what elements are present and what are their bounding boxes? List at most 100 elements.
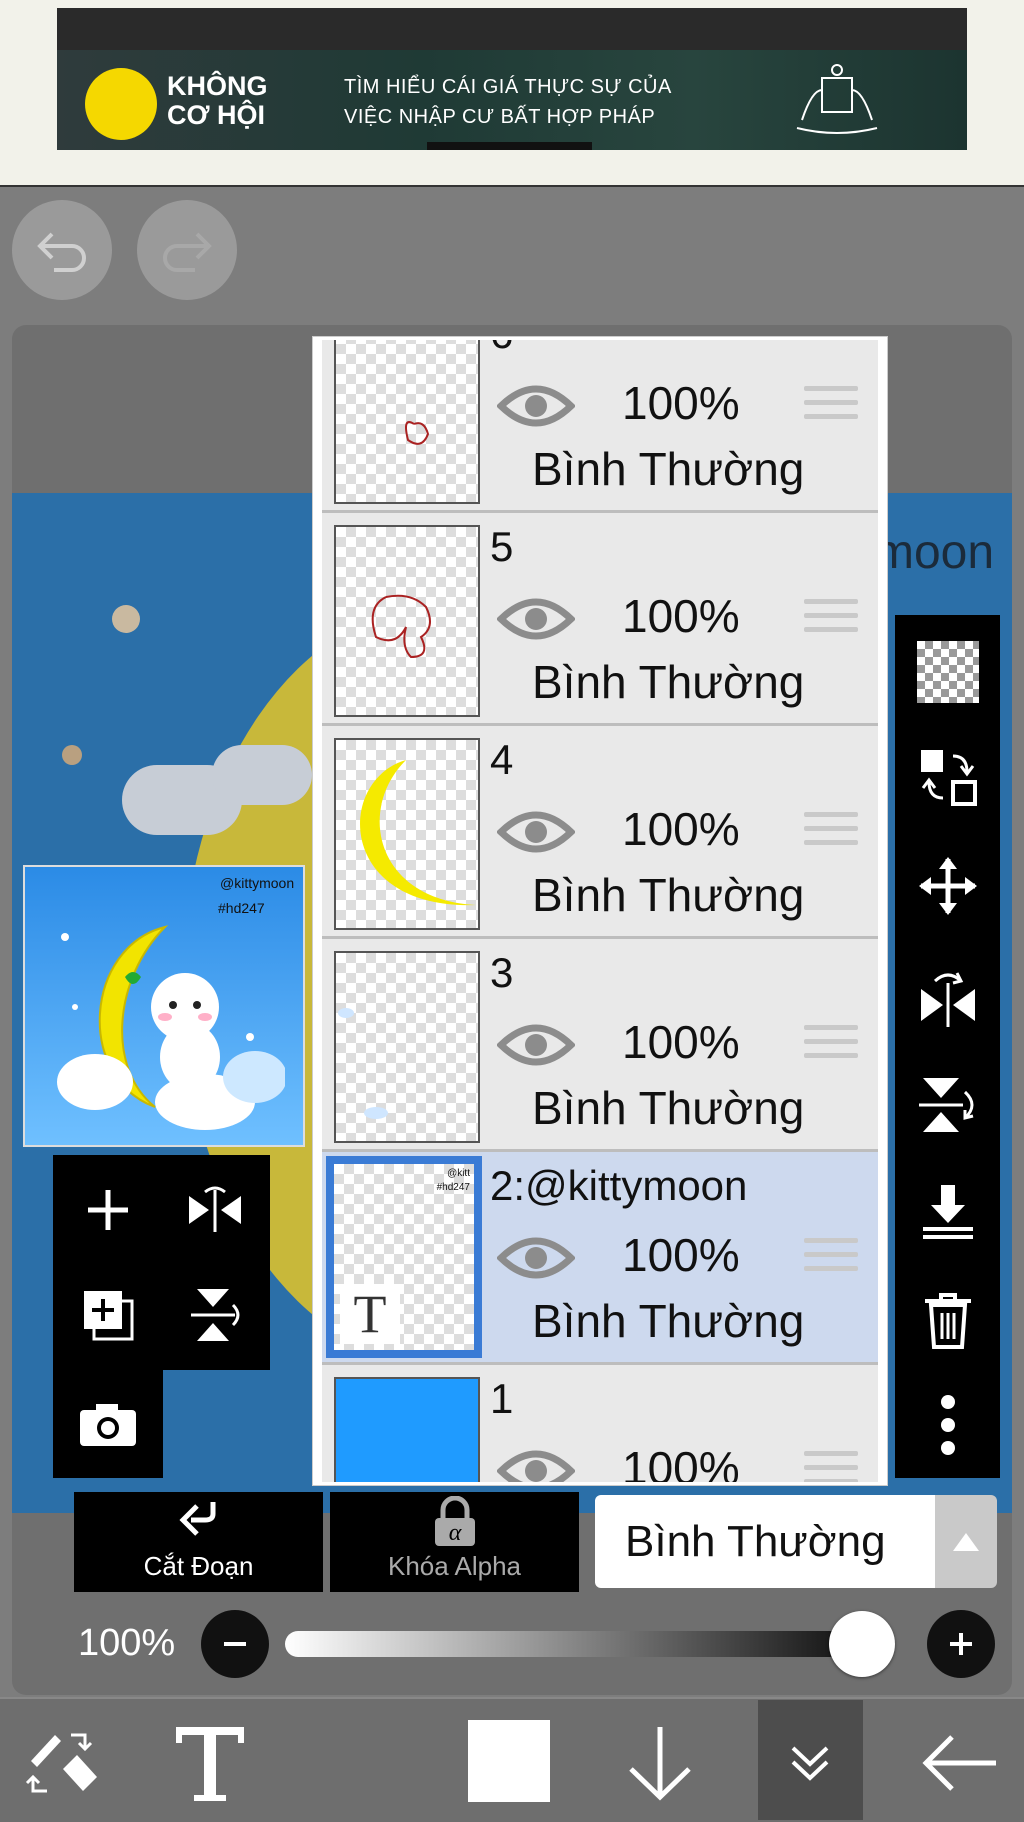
camera-icon: [80, 1404, 136, 1446]
lock-alpha-icon: α: [435, 1496, 475, 1546]
plus-icon: [88, 1190, 128, 1230]
ad-logo-text: KHÔNG CƠ HỘI: [167, 71, 268, 130]
color-swatch[interactable]: [468, 1720, 550, 1802]
svg-text:α: α: [449, 1520, 462, 1546]
ad-indicator: [427, 142, 592, 150]
drag-handle-icon[interactable]: [804, 386, 858, 430]
drag-handle-icon[interactable]: [804, 599, 858, 643]
opacity-increase-button[interactable]: [927, 1610, 995, 1678]
duplicate-layer-button[interactable]: [58, 1265, 158, 1365]
layer-opacity: 100%: [622, 590, 740, 642]
drag-handle-icon[interactable]: [804, 1238, 858, 1282]
opacity-slider[interactable]: [285, 1631, 895, 1657]
alpha-lock-label: Khóa Alpha: [387, 1551, 521, 1581]
canvas-star: [112, 605, 140, 633]
blend-mode-value: Bình Thường: [625, 1517, 886, 1566]
back-button[interactable]: [915, 1718, 1005, 1808]
delete-layer-button[interactable]: [913, 1285, 983, 1355]
flip-vertical-icon: [191, 1289, 240, 1341]
layer-row[interactable]: 1 100%: [322, 1365, 878, 1485]
layer-thumbnail: @kitt #hd247 T: [326, 1156, 482, 1358]
move-button[interactable]: [913, 851, 983, 921]
navigator-preview[interactable]: @kittymoon #hd247: [23, 865, 305, 1147]
flip-horizontal-button-right[interactable]: [913, 963, 983, 1033]
layer-right-toolbar: [895, 615, 1000, 1478]
layer-thumbnail: [334, 951, 480, 1143]
preview-artwork: [57, 925, 285, 1130]
collapse-layers-button[interactable]: [765, 1718, 855, 1808]
layer-opacity: 100%: [622, 1229, 740, 1281]
flip-horizontal-icon: [921, 972, 975, 1027]
arrow-down-icon: [629, 1727, 691, 1801]
redo-button[interactable]: [137, 200, 237, 300]
flip-horizontal-icon: [189, 1186, 241, 1232]
blend-mode-dropdown-button[interactable]: [935, 1495, 997, 1588]
layer-row[interactable]: 4 100% Bình Thường: [322, 726, 878, 939]
flip-vertical-button-right[interactable]: [913, 1070, 983, 1140]
plus-icon: [950, 1633, 972, 1655]
text-tool-icon: [176, 1727, 244, 1801]
layer-opacity: 100%: [622, 803, 740, 855]
layer-blend-mode: Bình Thường: [532, 656, 805, 708]
layers-panel[interactable]: 6 100% Bình Thường 5 100% Bình Thường 4 …: [313, 337, 887, 1485]
layer-name: 5: [490, 523, 514, 570]
drag-handle-icon[interactable]: [804, 1451, 858, 1482]
eye-icon[interactable]: [497, 591, 575, 647]
layer-artwork: [338, 1008, 388, 1119]
drag-handle-icon[interactable]: [804, 812, 858, 856]
text-layer-icon: T: [340, 1284, 400, 1344]
ad-banner[interactable]: KHÔNG CƠ HỘI TÌM HIỂU CÁI GIÁ THỰC SỰ CỦ…: [57, 50, 967, 150]
layer-blend-mode: Bình Thường: [532, 443, 805, 495]
ad-logo-icon: [85, 68, 157, 140]
more-options-button[interactable]: [913, 1390, 983, 1460]
layer-name: 4: [490, 736, 514, 783]
flip-horizontal-button[interactable]: [165, 1160, 265, 1260]
brush-eraser-toggle[interactable]: [18, 1718, 108, 1808]
undo-button[interactable]: [12, 200, 112, 300]
move-icon: [919, 857, 977, 915]
eye-icon[interactable]: [497, 804, 575, 860]
canvas-star: [62, 745, 82, 765]
layer-artwork: [405, 421, 430, 445]
layer-opacity: 100%: [622, 377, 740, 429]
camera-button[interactable]: [58, 1374, 158, 1474]
layer-name: 2:@kittymoon: [490, 1162, 748, 1209]
opacity-decrease-button[interactable]: [201, 1610, 269, 1678]
alpha-lock-button[interactable]: α Khóa Alpha: [330, 1492, 579, 1592]
flip-vertical-button[interactable]: [165, 1265, 265, 1365]
layer-name: 6: [490, 340, 513, 358]
clipping-button[interactable]: Cắt Đoạn: [74, 1492, 323, 1592]
add-layer-button[interactable]: [58, 1160, 158, 1260]
merge-down-button[interactable]: [913, 1177, 983, 1247]
flip-vertical-icon: [919, 1078, 974, 1132]
canvas-text: moon: [874, 526, 995, 579]
transparency-button[interactable]: [913, 637, 983, 707]
layer-opacity: 100%: [622, 1016, 740, 1068]
canvas-cloud: [212, 745, 312, 805]
eye-icon[interactable]: [497, 1443, 575, 1485]
checkerboard-icon: [917, 641, 979, 703]
layer-tools-extra: [53, 1370, 163, 1478]
drag-handle-icon[interactable]: [804, 1025, 858, 1069]
ad-headline: TÌM HIỂU CÁI GIÁ THỰC SỰ CỦA VIỆC NHẬP C…: [344, 76, 672, 128]
brush-eraser-icon: [25, 1733, 97, 1793]
layer-thumbnail: [334, 738, 480, 930]
layer-row[interactable]: 3 100% Bình Thường: [322, 939, 878, 1152]
layer-artwork: [371, 594, 431, 659]
swap-layer-button[interactable]: [913, 742, 983, 812]
move-down-button[interactable]: [615, 1718, 705, 1808]
merge-down-icon: [923, 1185, 973, 1239]
opacity-slider-handle[interactable]: [829, 1611, 895, 1677]
eye-icon[interactable]: [497, 1230, 575, 1286]
layer-row-selected[interactable]: @kitt #hd247 T 2:@kittymoon 100% Bình Th…: [322, 1152, 878, 1365]
blend-mode-select[interactable]: Bình Thường: [595, 1495, 935, 1588]
double-chevron-down-icon: [791, 1746, 829, 1781]
layer-blend-mode: Bình Thường: [532, 869, 805, 921]
duplicate-icon: [84, 1291, 134, 1341]
eye-icon[interactable]: [497, 378, 575, 434]
eye-icon[interactable]: [497, 1017, 575, 1073]
layer-row[interactable]: 5 100% Bình Thường: [322, 513, 878, 726]
layer-name: 3: [490, 949, 514, 996]
layer-row[interactable]: 6 100% Bình Thường: [322, 340, 878, 513]
text-tool-button[interactable]: [165, 1718, 255, 1808]
